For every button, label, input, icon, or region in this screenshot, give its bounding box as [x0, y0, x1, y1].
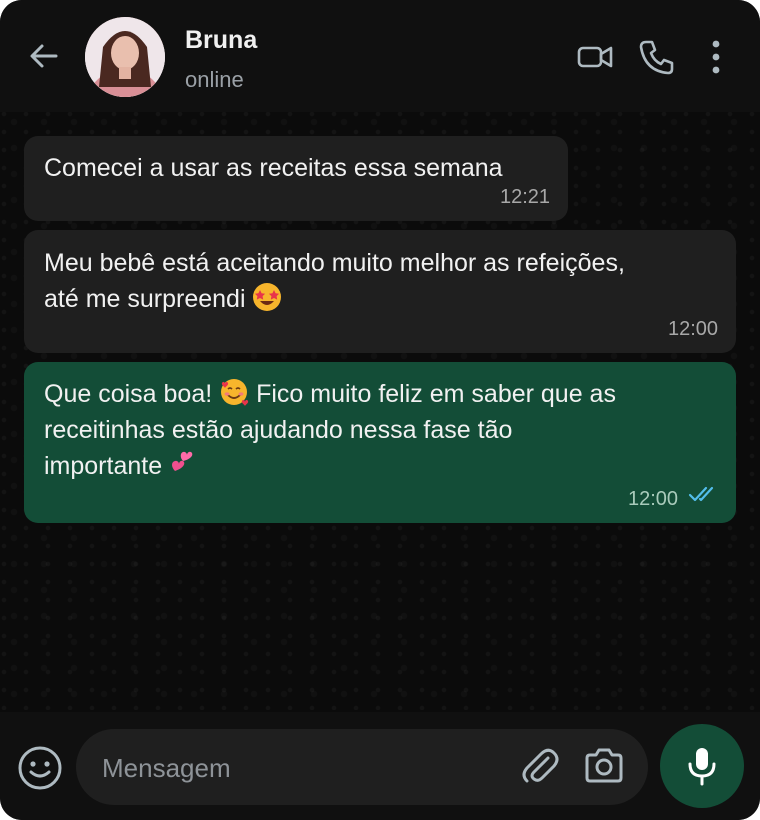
avatar[interactable]	[85, 17, 165, 97]
phone-icon[interactable]	[637, 38, 675, 76]
read-receipt-icon	[688, 486, 714, 502]
message-text: Que coisa boa! Fico muito feliz em saber…	[44, 376, 616, 484]
message-line: Meu bebê está aceitando muito melhor as …	[44, 249, 625, 277]
attachment-icon[interactable]	[518, 744, 560, 786]
message-time: 12:00	[628, 488, 679, 510]
message-text: Meu bebê está aceitando muito melhor as …	[44, 245, 625, 317]
video-call-icon[interactable]	[576, 38, 614, 76]
message-line: importante	[44, 452, 163, 480]
chat-header: Bruna online	[0, 0, 760, 112]
message-line: receitinhas estão ajudando nessa fase tã…	[44, 416, 513, 444]
smiling-face-with-hearts-emoji	[219, 377, 249, 407]
microphone-button[interactable]	[660, 724, 744, 808]
message-incoming[interactable]: Meu bebê está aceitando muito melhor as …	[24, 230, 736, 353]
message-line: Fico muito feliz em saber que as	[256, 380, 616, 408]
message-time: 12:00	[668, 318, 719, 340]
message-text: Comecei a usar as receitas essa semana	[44, 154, 503, 182]
star-struck-emoji	[252, 282, 282, 312]
message-incoming[interactable]: Comecei a usar as receitas essa semana 1…	[24, 136, 568, 221]
message-input-container[interactable]	[76, 729, 648, 805]
more-options-icon[interactable]	[697, 38, 735, 76]
chat-window: Bruna online Comecei a usar as receitas …	[0, 0, 760, 820]
two-hearts-emoji	[169, 449, 199, 479]
camera-icon[interactable]	[583, 746, 625, 786]
message-line: Que coisa boa!	[44, 380, 213, 408]
back-arrow-icon[interactable]	[26, 38, 62, 74]
contact-name[interactable]: Bruna	[185, 26, 257, 55]
message-input[interactable]	[100, 747, 504, 789]
message-line: até me surpreendi	[44, 285, 246, 313]
microphone-icon	[688, 748, 716, 786]
message-outgoing[interactable]: Que coisa boa! Fico muito feliz em saber…	[24, 362, 736, 523]
emoji-icon[interactable]	[16, 744, 64, 792]
contact-status: online	[185, 67, 244, 92]
message-time: 12:21	[500, 186, 551, 208]
